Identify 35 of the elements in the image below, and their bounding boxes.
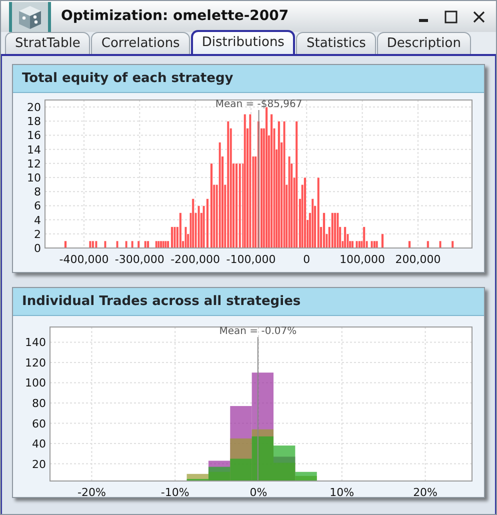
axis-tick-label: -200,000 bbox=[170, 253, 220, 266]
axis-tick-label: 0 bbox=[34, 242, 41, 255]
axis-tick-label: 40 bbox=[32, 438, 46, 451]
axis-tick-label: 60 bbox=[32, 417, 46, 430]
axis-tick-label: 2 bbox=[34, 228, 41, 241]
axis-tick-label: 10% bbox=[330, 486, 354, 497]
panel-title: Total equity of each strategy bbox=[13, 65, 484, 93]
axis-tick-label: 20% bbox=[413, 486, 438, 497]
axis-tick-label: 12 bbox=[27, 157, 41, 170]
axis-tick-label: 0% bbox=[250, 486, 268, 497]
panel-title: Individual Trades across all strategies bbox=[13, 288, 484, 316]
window-title: Optimization: omelette-2007 bbox=[61, 7, 290, 26]
mean-label: Mean = -$85,967 bbox=[215, 99, 302, 110]
axis-tick-label: 80 bbox=[32, 396, 46, 410]
mean-label: Mean = -0.07% bbox=[219, 326, 297, 337]
axis-tick-label: 20 bbox=[27, 101, 41, 114]
axis-tick-label: -100,000 bbox=[226, 253, 276, 266]
axis-tick-label: 20 bbox=[32, 458, 46, 471]
axis-tick-label: 10 bbox=[27, 172, 41, 185]
axis-tick-label: -300,000 bbox=[114, 253, 164, 266]
axis-tick-label: 4 bbox=[34, 214, 41, 227]
axis-tick-label: 100 bbox=[25, 376, 46, 390]
axis-tick-label: 140 bbox=[25, 336, 46, 350]
axis-tick-label: 8 bbox=[34, 186, 41, 199]
axis-tick-label: 18 bbox=[27, 115, 41, 128]
axis-tick-label: -20% bbox=[78, 486, 106, 497]
axis-tick-label: 100,000 bbox=[340, 253, 386, 266]
axis-tick-label: 120 bbox=[25, 356, 46, 370]
axis-tick-label: 6 bbox=[34, 200, 41, 213]
axis-tick-label: -10% bbox=[160, 486, 190, 497]
axis-tick-label: 14 bbox=[27, 143, 41, 156]
axis-tick-label: -400,000 bbox=[59, 253, 109, 266]
axis-tick-label: 0 bbox=[303, 253, 310, 266]
axis-tick-label: 16 bbox=[27, 129, 41, 142]
axis-tick-label: 200,000 bbox=[395, 253, 441, 266]
